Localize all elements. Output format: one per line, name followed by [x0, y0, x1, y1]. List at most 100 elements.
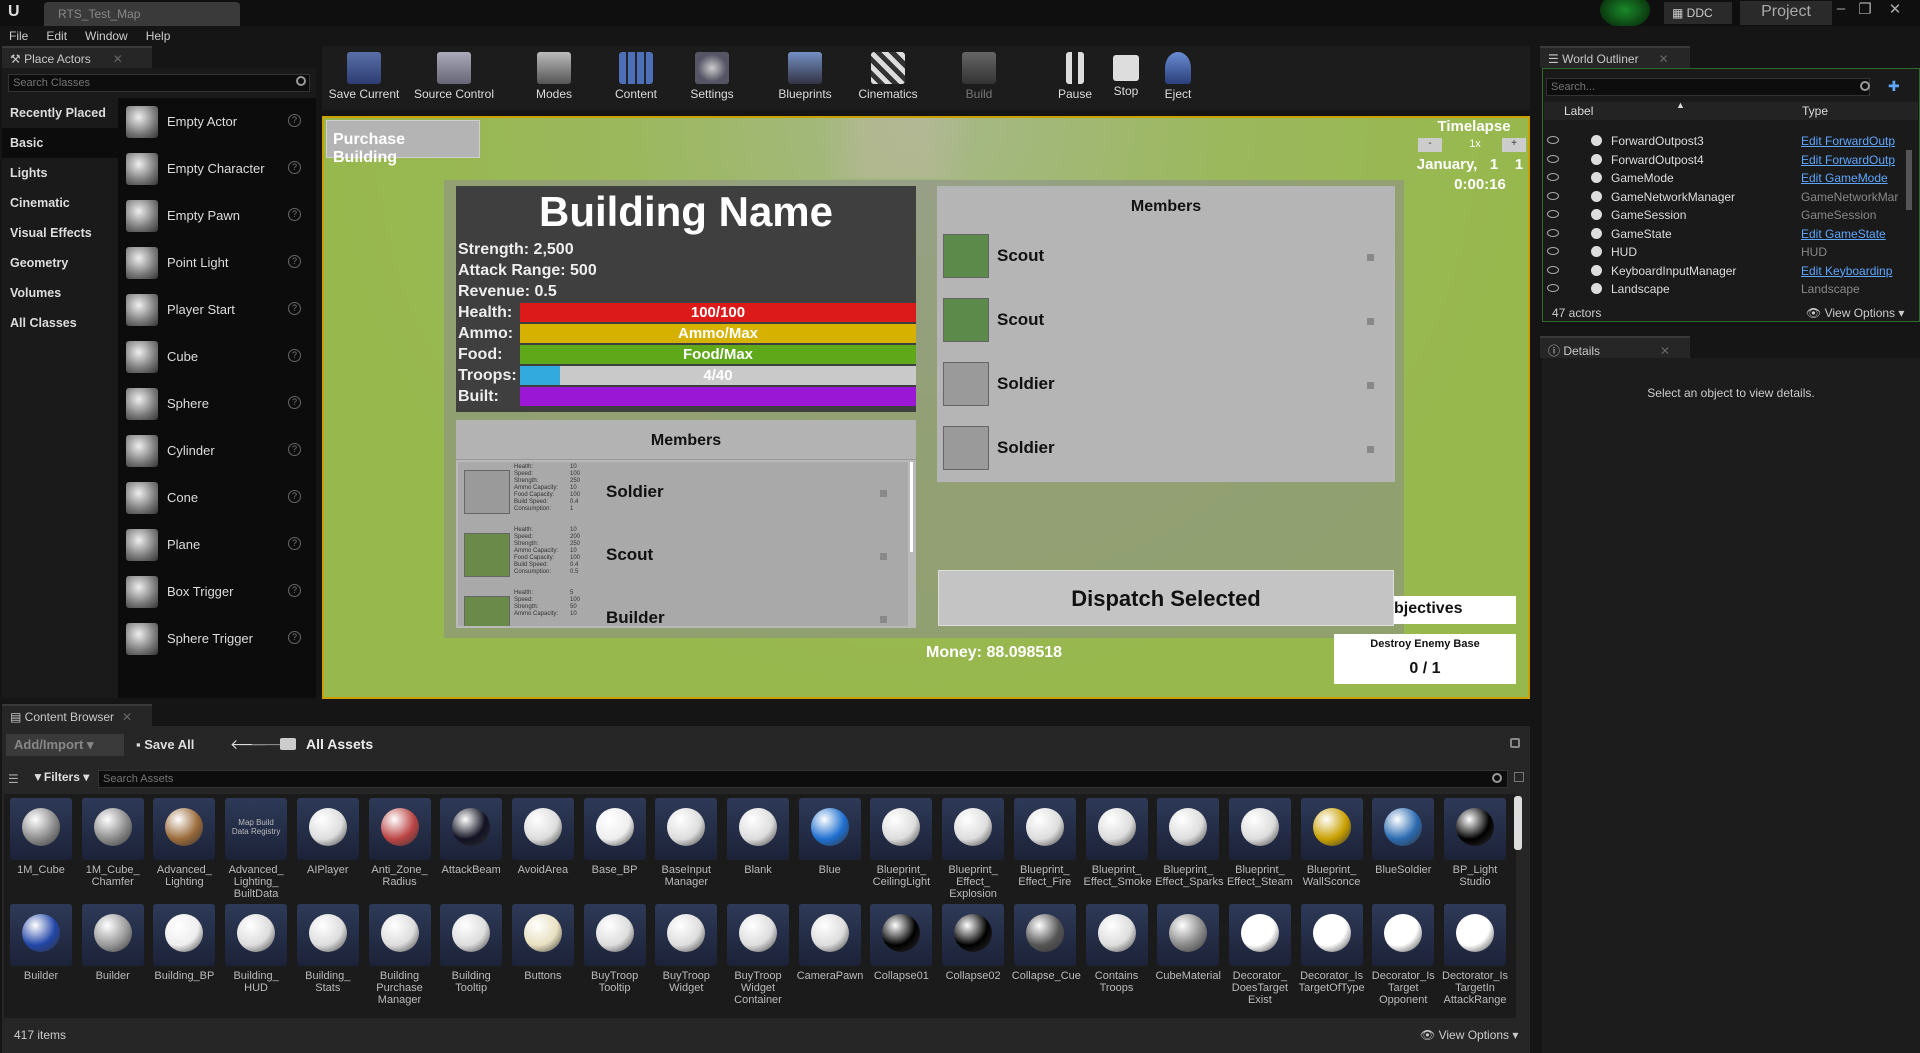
- save-current-button[interactable]: Save Current: [328, 48, 400, 108]
- asset-tile[interactable]: Decorator_Is Target Opponent: [1370, 904, 1436, 1006]
- content-view-options[interactable]: 👁 View Options ▾: [1420, 1028, 1518, 1042]
- close-button[interactable]: ✕: [1880, 0, 1910, 26]
- member-row[interactable]: Health: 10 Speed: 200 Strength: 250 Ammo Capac…: [458, 525, 908, 581]
- menu-help[interactable]: Help: [137, 26, 180, 46]
- category-basic[interactable]: Basic: [2, 128, 118, 158]
- lock-icon[interactable]: [1510, 738, 1520, 748]
- source-control-button[interactable]: Source Control: [408, 48, 500, 108]
- outliner-type[interactable]: Edit GameMode: [1801, 171, 1901, 185]
- level-tab[interactable]: RTS_Test_Map: [44, 2, 240, 26]
- outliner-type[interactable]: Edit GameState: [1801, 227, 1901, 241]
- asset-tile[interactable]: BuyTroop Tooltip: [582, 904, 648, 994]
- asset-tile[interactable]: Building Purchase Manager: [367, 904, 433, 1006]
- outliner-type[interactable]: Edit ForwardOutp: [1801, 153, 1901, 167]
- category-recently-placed[interactable]: Recently Placed: [2, 98, 118, 128]
- ddc-button[interactable]: ▦ DDC: [1664, 2, 1732, 24]
- asset-tile[interactable]: Builder: [80, 904, 146, 982]
- help-icon[interactable]: ?: [288, 349, 301, 362]
- help-icon[interactable]: ?: [288, 631, 301, 644]
- category-all-classes[interactable]: All Classes: [2, 308, 118, 338]
- asset-tile[interactable]: Map Build Data Registry Advanced_ Lightin…: [223, 798, 289, 900]
- asset-tile[interactable]: Blueprint_ Effect_Sparks: [1155, 798, 1223, 888]
- member-select-indicator[interactable]: [880, 553, 887, 560]
- pause-button[interactable]: Pause: [1050, 48, 1100, 108]
- members-left-scrollbar[interactable]: [910, 462, 913, 552]
- project-label[interactable]: Project: [1740, 1, 1832, 25]
- category-cinematic[interactable]: Cinematic: [2, 188, 118, 218]
- actor-item-sphere[interactable]: Sphere?: [122, 382, 312, 426]
- asset-tile[interactable]: Building_BP: [151, 904, 217, 982]
- asset-tile[interactable]: CameraPawn: [797, 904, 863, 982]
- category-lights[interactable]: Lights: [2, 158, 118, 188]
- path-all-assets[interactable]: All Assets: [306, 736, 373, 752]
- visibility-eye-icon[interactable]: [1547, 173, 1559, 181]
- menu-window[interactable]: Window: [76, 26, 137, 46]
- asset-tile[interactable]: Contains Troops: [1084, 904, 1150, 994]
- add-import-button[interactable]: Add/Import ▾: [6, 734, 124, 756]
- asset-tile[interactable]: BlueSoldier: [1370, 798, 1436, 876]
- save-all-button[interactable]: ▪ Save All: [132, 734, 218, 756]
- visibility-eye-icon[interactable]: [1547, 284, 1559, 292]
- asset-tile[interactable]: Building_ Stats: [295, 904, 361, 994]
- outliner-view-options[interactable]: 👁 View Options ▾: [1806, 306, 1904, 320]
- asset-tile[interactable]: Anti_Zone_ Radius: [367, 798, 433, 888]
- actor-item-player-start[interactable]: Player Start?: [122, 288, 312, 332]
- visibility-eye-icon[interactable]: [1547, 136, 1559, 144]
- asset-tile[interactable]: Blueprint_ Effect_ Explosion: [940, 798, 1006, 900]
- help-icon[interactable]: ?: [288, 302, 301, 315]
- member-select-indicator[interactable]: [880, 616, 887, 623]
- asset-tile[interactable]: BuyTroop Widget: [653, 904, 719, 994]
- asset-tile[interactable]: Blueprint_ WallSconce: [1299, 798, 1365, 888]
- outliner-row[interactable]: Landscape Landscape: [1545, 280, 1919, 298]
- actor-item-cone[interactable]: Cone?: [122, 476, 312, 520]
- dispatch-selected-button[interactable]: Dispatch Selected: [938, 570, 1394, 626]
- category-volumes[interactable]: Volumes: [2, 278, 118, 308]
- asset-tile[interactable]: Builder: [8, 904, 74, 982]
- asset-tile[interactable]: BaseInput Manager: [653, 798, 719, 888]
- asset-tile[interactable]: Base_BP: [582, 798, 648, 876]
- menu-edit[interactable]: Edit: [37, 26, 76, 46]
- outliner-row[interactable]: ForwardOutpost4 Edit ForwardOutp: [1545, 151, 1919, 169]
- actor-item-cube[interactable]: Cube?: [122, 335, 312, 379]
- actor-item-box-trigger[interactable]: Box Trigger?: [122, 570, 312, 614]
- member-select-indicator[interactable]: [1367, 382, 1374, 389]
- actor-item-empty-pawn[interactable]: Empty Pawn?: [122, 194, 312, 238]
- blueprints-button[interactable]: Blueprints: [770, 48, 840, 108]
- outliner-scrollbar[interactable]: [1906, 150, 1912, 210]
- actor-item-sphere-trigger[interactable]: Sphere Trigger?: [122, 617, 312, 661]
- asset-tile[interactable]: Advanced_ Lighting: [151, 798, 217, 888]
- outliner-row[interactable]: GameNetworkManager GameNetworkMar: [1545, 188, 1919, 206]
- help-icon[interactable]: ?: [288, 208, 301, 221]
- outliner-row[interactable]: ForwardOutpost3 Edit ForwardOutp: [1545, 132, 1919, 150]
- asset-tile[interactable]: CubeMaterial: [1155, 904, 1221, 982]
- close-tab-icon[interactable]: ✕: [1659, 52, 1669, 66]
- asset-tile[interactable]: Decorator_Is TargetOfType: [1299, 904, 1365, 994]
- visibility-eye-icon[interactable]: [1547, 210, 1559, 218]
- save-search-icon[interactable]: [1514, 772, 1524, 782]
- column-type[interactable]: Type: [1802, 104, 1828, 118]
- asset-tile[interactable]: Building Tooltip: [438, 904, 504, 994]
- visibility-eye-icon[interactable]: [1547, 154, 1559, 163]
- help-icon[interactable]: ?: [288, 443, 301, 456]
- asset-tile[interactable]: Dectorator_Is TargetIn AttackRange: [1442, 904, 1508, 1006]
- outliner-row[interactable]: GameSession GameSession: [1545, 206, 1919, 224]
- outliner-row[interactable]: GameState Edit GameState: [1545, 225, 1919, 243]
- asset-scrollbar[interactable]: [1514, 796, 1522, 850]
- help-icon[interactable]: ?: [288, 114, 301, 127]
- search-assets-input[interactable]: [98, 770, 1508, 788]
- outliner-type[interactable]: Edit ForwardOutp: [1801, 134, 1901, 148]
- purchase-building-button[interactable]: Purchase Building: [326, 120, 480, 166]
- help-icon[interactable]: ?: [288, 255, 301, 268]
- asset-tile[interactable]: Collapse01: [868, 904, 934, 982]
- close-tab-icon[interactable]: ✕: [1660, 344, 1670, 358]
- column-label[interactable]: Label: [1564, 104, 1593, 118]
- minimize-button[interactable]: –: [1830, 0, 1852, 26]
- asset-tile[interactable]: BP_Light Studio: [1442, 798, 1508, 888]
- actor-item-plane[interactable]: Plane?: [122, 523, 312, 567]
- outliner-row[interactable]: KeyboardInputManager Edit Keyboardinp: [1545, 262, 1919, 280]
- visibility-eye-icon[interactable]: [1547, 247, 1559, 255]
- asset-tile[interactable]: Blueprint_ Effect_Fire: [1012, 798, 1078, 888]
- settings-button[interactable]: Settings: [680, 48, 744, 108]
- member-select-indicator[interactable]: [1367, 318, 1374, 325]
- timelapse-faster-button[interactable]: +: [1502, 138, 1526, 152]
